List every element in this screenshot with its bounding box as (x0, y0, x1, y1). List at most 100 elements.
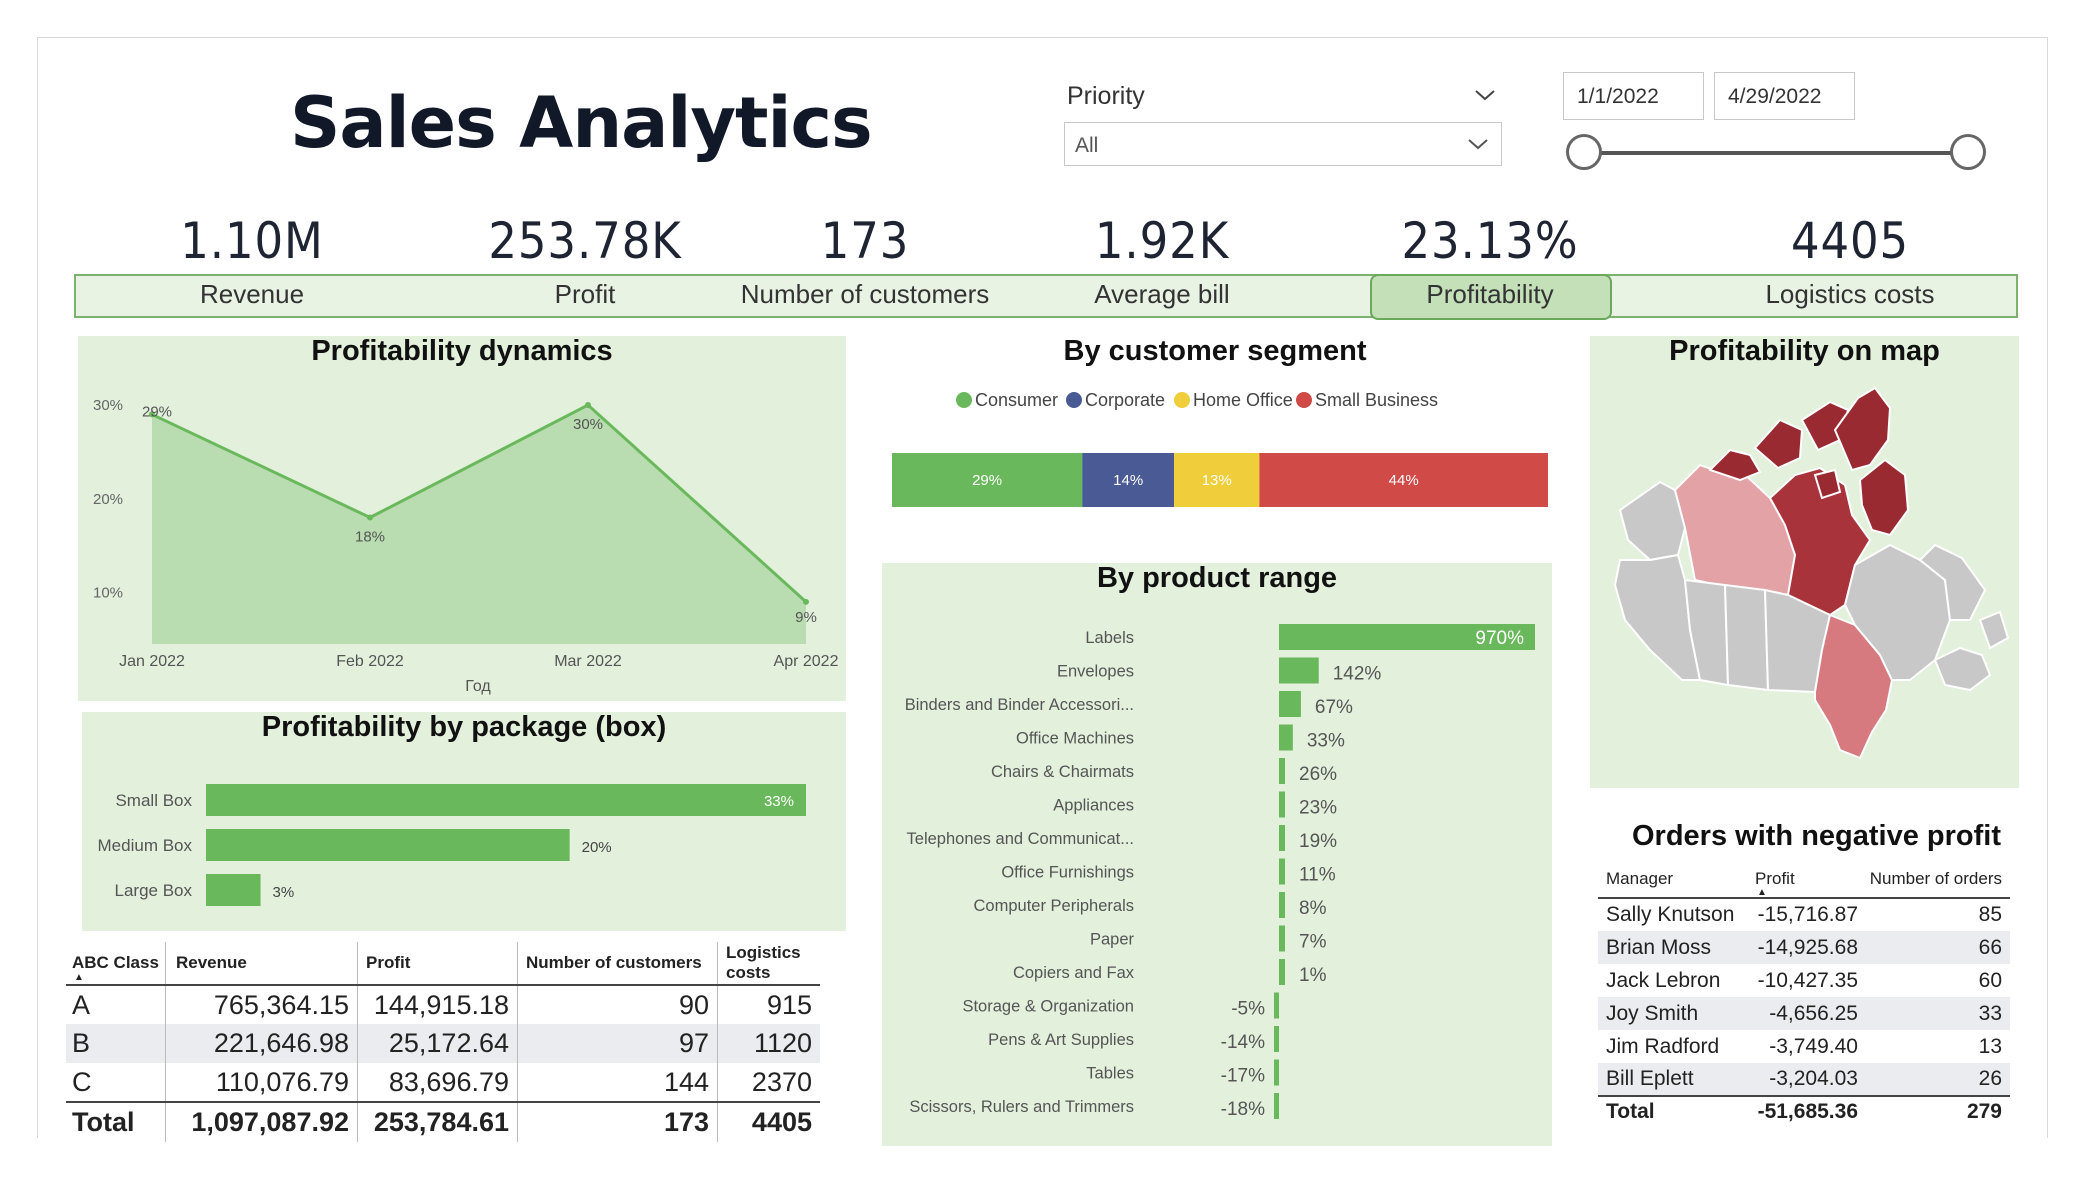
date-end-input[interactable]: 4/29/2022 (1714, 72, 1855, 120)
area-fill[interactable] (152, 405, 806, 644)
bar[interactable] (1274, 1059, 1279, 1086)
table-row[interactable]: B 221,646.98 25,172.64 97 1120 (66, 1024, 820, 1063)
bar[interactable] (1274, 1093, 1279, 1119)
kpi-profit-label[interactable]: Profit (425, 279, 745, 310)
table-row[interactable]: Joy Smith -4,656.25 33 (1598, 997, 2010, 1030)
table-cell: 26 (1978, 1067, 2002, 1090)
chevron-down-icon[interactable] (1466, 132, 1490, 156)
chevron-down-icon[interactable] (1472, 82, 1498, 108)
negative-profit-table: Manager Profit ▲ Number of orders Sally K… (1598, 860, 2010, 1126)
priority-dropdown[interactable] (1064, 122, 1502, 166)
profitability-dynamics-chart[interactable]: 30% 20% 10% 29% 18% 30% 9% Jan 2022 Feb 2022 Mar … (78, 336, 846, 701)
bar[interactable] (1279, 724, 1293, 751)
table-cell: 144 (517, 1063, 718, 1102)
kpi-customers-label[interactable]: Number of customers (705, 279, 1025, 310)
data-label: 970% (1475, 628, 1524, 649)
neg-header-orders[interactable]: Number of orders (1866, 860, 2010, 898)
date-range-start-handle[interactable] (1566, 134, 1602, 170)
bar[interactable] (1279, 791, 1285, 818)
table-cell: B (66, 1024, 166, 1063)
data-point[interactable] (803, 598, 809, 605)
customer-segment-chart[interactable]: Consumer Corporate Home Office Small Busine… (870, 375, 1560, 525)
table-total-cell: 279 (1966, 1099, 2002, 1123)
customer-segment-title: By customer segment (1063, 335, 1367, 367)
sort-ascending-icon[interactable]: ▲ (74, 972, 84, 983)
data-label: 19% (1299, 831, 1337, 852)
date-range-slider-track[interactable] (1584, 151, 1968, 155)
map-region-northwest-territories[interactable] (1673, 463, 1797, 597)
bar[interactable] (1279, 858, 1285, 885)
table-cell: 13 (1978, 1034, 2002, 1058)
map-region-arctic-island[interactable] (1833, 386, 1892, 472)
legend-label: Consumer (975, 390, 1058, 410)
data-label: 29% (142, 403, 172, 420)
date-range-end-handle[interactable] (1950, 134, 1986, 170)
kpi-logistics-label[interactable]: Logistics costs (1690, 279, 2010, 310)
table-cell: 1120 (753, 1028, 812, 1058)
table-cell: -15,716.87 (1757, 903, 1858, 926)
priority-dropdown-value: All (1075, 134, 1099, 157)
table-row[interactable]: Bill Eplett -3,204.03 26 (1598, 1063, 2010, 1096)
abc-header-profit[interactable]: Profit (357, 942, 518, 985)
table-row[interactable]: Jim Radford -3,749.40 13 (1598, 1030, 2010, 1063)
bar[interactable] (1279, 825, 1285, 851)
map-region-arctic-island[interactable] (1753, 418, 1804, 470)
bar[interactable] (1279, 925, 1285, 952)
table-cell: 25,172.64 (357, 1024, 518, 1063)
bar[interactable] (1279, 758, 1285, 784)
table-cell: 60 (1978, 968, 2002, 992)
kpi-average-bill-label[interactable]: Average bill (1002, 279, 1322, 310)
table-total-cell: 4405 (751, 1107, 812, 1137)
bar[interactable] (1279, 959, 1285, 985)
table-row[interactable]: C 110,076.79 83,696.79 144 2370 (66, 1063, 820, 1102)
kpi-profitability-label[interactable]: Profitability (1330, 279, 1650, 310)
neg-header-profit[interactable]: Profit ▲ (1747, 860, 1866, 899)
map-region-newfoundland[interactable] (1978, 610, 2010, 650)
data-label: -5% (1231, 999, 1265, 1020)
table-cell: 110,076.79 (165, 1063, 358, 1102)
canada-map[interactable] (1590, 380, 2019, 780)
data-label: 9% (795, 609, 817, 626)
map-region-maritimes[interactable] (1933, 646, 1992, 692)
data-label: 26% (1299, 764, 1337, 785)
package-profitability-chart[interactable]: Small Box 33% Medium Box 20% Large Box 3% (82, 712, 846, 931)
bar[interactable] (206, 784, 806, 816)
abc-header-class[interactable]: ABC Class ▲ (66, 942, 166, 985)
table-cell: 83,696.79 (357, 1063, 518, 1102)
map-region-british-columbia[interactable] (1613, 553, 1702, 681)
table-row[interactable]: Sally Knutson -15,716.87 85 (1598, 898, 2010, 931)
table-row[interactable]: Jack Lebron -10,427.35 60 (1598, 964, 2010, 997)
bar[interactable] (1274, 992, 1279, 1019)
bar[interactable] (1279, 892, 1285, 918)
data-point[interactable] (367, 514, 373, 521)
table-total-cell: Total (1606, 1099, 1655, 1123)
abc-header-customers[interactable]: Number of customers (517, 942, 718, 985)
bar[interactable] (1274, 1026, 1279, 1052)
data-label: 33% (1307, 731, 1345, 752)
data-label: 8% (1299, 898, 1327, 919)
map-region-saskatchewan[interactable] (1723, 583, 1770, 692)
category-label: Labels (1085, 629, 1134, 647)
bar[interactable] (1279, 691, 1301, 717)
bar[interactable] (206, 829, 570, 861)
data-point[interactable] (585, 402, 591, 409)
data-label: 20% (582, 839, 612, 856)
abc-header-revenue[interactable]: Revenue (165, 942, 358, 985)
table-row[interactable]: A 765,364.15 144,915.18 90 915 (66, 985, 820, 1024)
kpi-revenue-label[interactable]: Revenue (92, 279, 412, 310)
y-tick-label: 10% (93, 584, 123, 601)
table-row[interactable]: Brian Moss -14,925.68 66 (1598, 931, 2010, 964)
date-start-input[interactable]: 1/1/2022 (1563, 72, 1704, 120)
category-label: Tables (1086, 1065, 1134, 1083)
map-region-arctic-island[interactable] (1858, 458, 1910, 537)
bar[interactable] (1279, 657, 1319, 684)
sort-ascending-icon[interactable]: ▲ (1757, 887, 1767, 898)
abc-header-logistics[interactable]: Logistics costs (718, 942, 821, 985)
data-label: 13% (1202, 472, 1232, 489)
category-label: Envelopes (1057, 663, 1134, 681)
product-range-chart[interactable]: Labels 970% Envelopes 142% Binders and Binde… (882, 563, 1552, 1146)
data-label: 23% (1299, 798, 1337, 819)
neg-header-manager[interactable]: Manager (1598, 860, 1747, 898)
table-cell: Jim Radford (1606, 1034, 1720, 1058)
bar[interactable] (206, 874, 261, 906)
